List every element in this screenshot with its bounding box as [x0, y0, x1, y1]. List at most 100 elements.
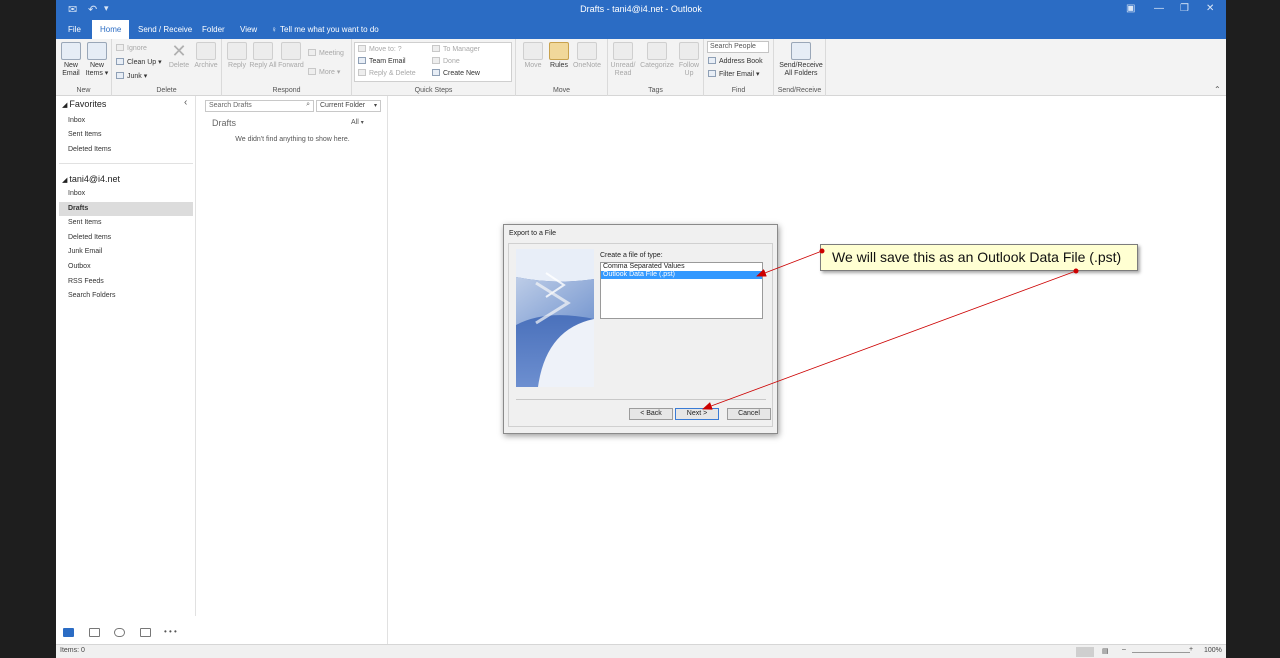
nav-rss-feeds[interactable]: RSS Feeds — [59, 275, 193, 289]
nav-drafts[interactable]: Drafts — [59, 202, 193, 216]
address-book-button[interactable]: Address Book — [708, 57, 763, 65]
restore-button[interactable]: ❐ — [1180, 3, 1189, 14]
account-header[interactable]: ◢ tani4@i4.net — [62, 174, 120, 184]
delete-icon: ✕ — [171, 41, 187, 61]
tab-file[interactable]: File — [60, 20, 89, 39]
filter-icon — [708, 70, 716, 77]
forward-icon — [281, 42, 301, 60]
nav-deleted-items[interactable]: Deleted Items — [59, 231, 193, 245]
flag-icon — [679, 42, 699, 60]
delete-button[interactable]: ✕ Delete — [164, 42, 194, 70]
zoom-in-icon[interactable]: + — [1189, 646, 1193, 653]
reply-delete-quickstep[interactable]: Reply & Delete — [358, 69, 416, 77]
cancel-button[interactable]: Cancel — [727, 408, 771, 420]
nav-search-folders[interactable]: Search Folders — [59, 289, 193, 303]
ribbon-group-quick-steps: Move to: ? To Manager Team Email Done Re… — [352, 39, 516, 96]
to-manager-quickstep[interactable]: To Manager — [432, 45, 480, 53]
archive-button[interactable]: Archive — [191, 42, 221, 70]
nav-favorite-sent-items[interactable]: Sent Items — [59, 128, 193, 142]
tasks-icon[interactable] — [140, 628, 151, 637]
ribbon-group-respond: Reply Reply All Forward Meeting More ▾ R… — [222, 39, 352, 96]
group-label-respond: Respond — [272, 87, 301, 94]
ignore-button[interactable]: Ignore — [116, 44, 147, 52]
search-people-input[interactable]: Search People — [707, 41, 769, 53]
zoom-out-icon[interactable]: – — [1122, 646, 1126, 653]
collapse-ribbon-icon[interactable]: ⌃ — [1214, 85, 1221, 94]
tab-send-receive[interactable]: Send / Receive — [130, 20, 200, 39]
mail-icon[interactable] — [63, 628, 74, 637]
lightning-icon — [432, 69, 440, 76]
meeting-button[interactable]: Meeting — [308, 49, 344, 57]
junk-button[interactable]: Junk ▾ — [116, 72, 147, 80]
zoom-level[interactable]: 100% — [1204, 647, 1222, 654]
team-email-quickstep[interactable]: Team Email — [358, 57, 406, 65]
more-apps-icon[interactable]: • • • — [164, 627, 177, 636]
next-button[interactable]: Next > — [675, 408, 719, 420]
filter-email-button[interactable]: Filter Email ▾ — [708, 70, 759, 78]
file-type-option-csv[interactable]: Comma Separated Values — [601, 263, 762, 271]
group-label-delete: Delete — [156, 87, 177, 94]
tab-view[interactable]: View — [232, 20, 265, 39]
search-icon[interactable]: ⌕ — [306, 101, 310, 109]
group-label-new: New — [76, 87, 91, 94]
done-quickstep[interactable]: Done — [432, 57, 460, 65]
create-new-quickstep[interactable]: Create New — [432, 69, 480, 77]
tell-me-search[interactable]: ♀ Tell me what you want to do — [271, 20, 379, 39]
new-items-button[interactable]: New Items ▾ — [82, 42, 112, 78]
tab-home[interactable]: Home — [92, 20, 130, 39]
nav-inbox[interactable]: Inbox — [59, 187, 193, 201]
team-email-icon — [358, 57, 366, 64]
onenote-button[interactable]: OneNote — [572, 42, 602, 70]
clean-up-button[interactable]: Clean Up ▾ — [116, 58, 162, 66]
categorize-button[interactable]: Categorize — [640, 42, 674, 70]
message-list: Search Drafts ⌕ Current Folder ▾ Drafts Al… — [197, 96, 388, 644]
forward-button[interactable]: Forward — [276, 42, 306, 70]
nav-junk-email[interactable]: Junk Email — [59, 245, 193, 259]
favorites-header[interactable]: ◢ Favorites — [62, 99, 106, 109]
group-label-tags: Tags — [648, 87, 663, 94]
calendar-icon[interactable] — [89, 628, 100, 637]
tell-me-text: Tell me what you want to do — [280, 25, 379, 34]
group-label-find: Find — [731, 87, 746, 94]
unread-read-button[interactable]: Unread/ Read — [608, 42, 638, 78]
follow-up-label: Follow Up — [678, 62, 700, 77]
nav-sent-items[interactable]: Sent Items — [59, 216, 193, 230]
reply-delete-label: Reply & Delete — [369, 70, 416, 77]
zoom-slider[interactable] — [1132, 652, 1190, 653]
filter-dropdown[interactable]: All ▾ — [351, 119, 364, 126]
ribbon-tabs: File Home Send / Receive Folder View ♀ Te… — [56, 20, 1226, 39]
file-type-option-pst[interactable]: Outlook Data File (.pst) — [601, 271, 762, 279]
nav-outbox[interactable]: Outbox — [59, 260, 193, 274]
folder-title: Drafts — [212, 118, 237, 128]
more-respond-button[interactable]: More ▾ — [308, 68, 340, 76]
send-receive-all-button[interactable]: Send/Receive All Folders — [778, 42, 824, 78]
ribbon: New Email New Items ▾ New Ignore Clean U… — [56, 39, 1226, 96]
follow-up-button[interactable]: Follow Up — [674, 42, 704, 78]
reply-all-label: Reply All — [249, 62, 277, 69]
dialog-body: Create a file of type: Comma Separated V… — [508, 243, 773, 427]
tab-folder[interactable]: Folder — [194, 20, 233, 39]
rules-button[interactable]: Rules — [544, 42, 574, 70]
more-icon — [308, 68, 316, 75]
back-button[interactable]: < Back — [629, 408, 673, 420]
move-to-quickstep[interactable]: Move to: ? — [358, 45, 402, 53]
ribbon-options-icon[interactable]: ▣ — [1126, 3, 1135, 14]
reading-view-icon[interactable]: ▤ — [1102, 647, 1109, 655]
dialog-title: Export to a File — [509, 230, 557, 237]
team-email-label: Team Email — [369, 58, 406, 65]
normal-view-icon[interactable] — [1076, 647, 1094, 657]
ignore-icon — [116, 44, 124, 51]
search-drafts-input[interactable]: Search Drafts ⌕ — [205, 100, 314, 112]
search-scope-dropdown[interactable]: Current Folder ▾ — [316, 100, 381, 112]
reply-all-button[interactable]: Reply All — [248, 42, 278, 70]
file-type-list[interactable]: Comma Separated Values Outlook Data File… — [600, 262, 763, 319]
nav-favorite-inbox[interactable]: Inbox — [59, 114, 193, 128]
nav-favorite-deleted-items[interactable]: Deleted Items — [59, 143, 193, 157]
minimize-button[interactable]: — — [1154, 3, 1164, 14]
collapse-pane-icon[interactable]: ‹ — [184, 97, 187, 108]
ignore-label: Ignore — [127, 45, 147, 52]
move-to-label: Move to: ? — [369, 46, 402, 53]
close-button[interactable]: ✕ — [1206, 3, 1214, 14]
onenote-icon — [577, 42, 597, 60]
people-icon[interactable] — [114, 628, 125, 637]
